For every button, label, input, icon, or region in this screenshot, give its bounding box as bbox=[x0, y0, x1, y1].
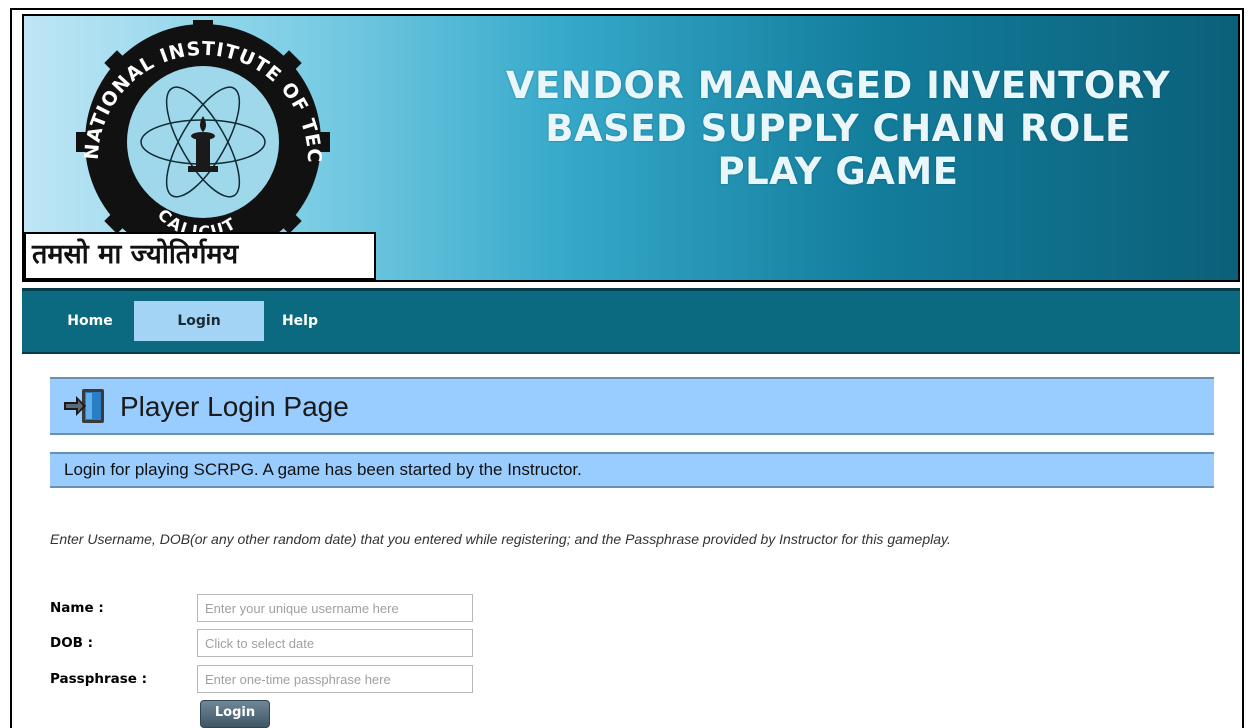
page-frame: NATIONAL INSTITUTE OF TECHNOLOGY CALICUT… bbox=[10, 8, 1244, 728]
banner-title-line-1: VENDOR MANAGED INVENTORY bbox=[505, 64, 1171, 107]
banner-title-line-2: BASED SUPPLY CHAIN ROLE bbox=[545, 107, 1131, 150]
nav-item-login[interactable]: Login bbox=[134, 301, 264, 341]
motto-banner: तमसो मा ज्योतिर्गमय bbox=[24, 232, 376, 280]
page-title-panel: Player Login Page bbox=[50, 377, 1214, 435]
login-door-icon bbox=[64, 389, 104, 423]
nav-item-help[interactable]: Help bbox=[270, 301, 330, 341]
page-title: Player Login Page bbox=[120, 391, 349, 422]
passphrase-label: Passphrase : bbox=[50, 671, 148, 687]
nav-item-home[interactable]: Home bbox=[52, 301, 128, 341]
dob-label: DOB : bbox=[50, 635, 94, 651]
banner-title: VENDOR MANAGED INVENTORY BASED SUPPLY CH… bbox=[444, 64, 1232, 193]
header-banner: NATIONAL INSTITUTE OF TECHNOLOGY CALICUT… bbox=[22, 14, 1240, 282]
instructions-text: Enter Username, DOB(or any other random … bbox=[50, 531, 951, 547]
name-label: Name : bbox=[50, 600, 104, 616]
passphrase-input[interactable] bbox=[197, 665, 473, 693]
banner-title-line-3: PLAY GAME bbox=[717, 150, 959, 193]
institute-logo: NATIONAL INSTITUTE OF TECHNOLOGY CALICUT bbox=[28, 20, 330, 252]
login-button[interactable]: Login bbox=[200, 700, 270, 728]
dob-input[interactable] bbox=[197, 629, 473, 657]
username-input[interactable] bbox=[197, 594, 473, 622]
main-nav: Home Login Help bbox=[22, 288, 1240, 354]
info-bar: Login for playing SCRPG. A game has been… bbox=[50, 452, 1214, 488]
